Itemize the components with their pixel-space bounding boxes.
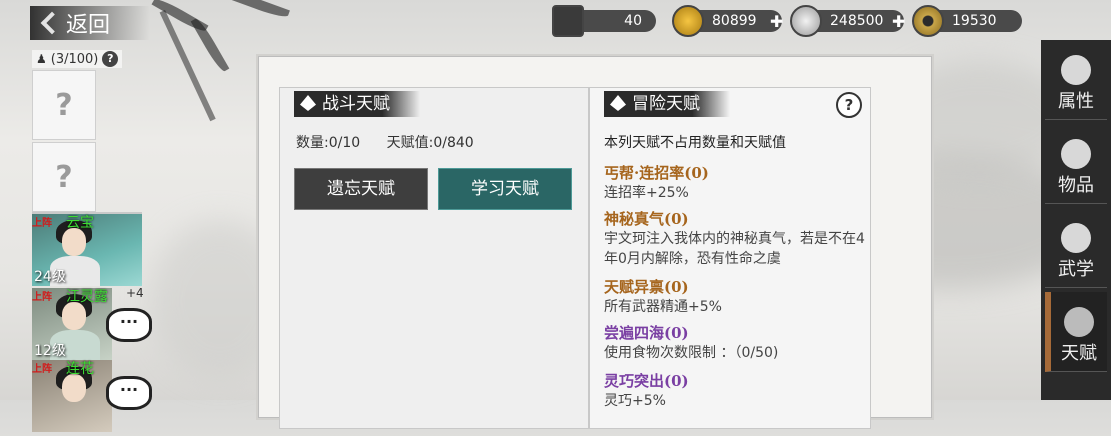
add-gold-button[interactable]: ✚ xyxy=(770,12,783,31)
talent-entry[interactable]: 天赋异禀(0) 所有武器精通+5% xyxy=(604,276,866,317)
talent-name: 神秘真气(0) xyxy=(604,210,689,228)
gold-ingot-icon xyxy=(672,5,704,37)
resource-cart: 40 xyxy=(552,5,656,37)
martial-book-icon xyxy=(1061,223,1091,253)
forget-talent-button[interactable]: 遗忘天赋 xyxy=(294,168,428,210)
member-level: 12级 xyxy=(34,343,66,359)
party-member[interactable]: 上阵 云宝 24级 xyxy=(32,212,142,290)
help-icon[interactable]: ? xyxy=(836,92,862,118)
talent-desc: 灵巧+5% xyxy=(604,393,666,409)
tab-martial-arts[interactable]: 武学 xyxy=(1045,208,1107,288)
talent-entry[interactable]: 尝遍四海(0) 使用食物次数限制 ：（0/50) xyxy=(604,322,866,363)
tab-attributes[interactable]: 属性 xyxy=(1045,40,1107,120)
resource-value: 80899 xyxy=(694,10,782,32)
resource-value: 19530 xyxy=(934,10,1022,32)
help-icon[interactable]: ? xyxy=(102,51,119,67)
talent-desc: 所有武器精通+5% xyxy=(604,299,722,315)
talent-icon xyxy=(1064,307,1094,337)
cart-icon xyxy=(552,5,584,37)
party-count-label: (3/100) xyxy=(50,51,99,67)
resource-gold: 80899 ✚ xyxy=(672,5,783,37)
deployed-tag: 上阵 xyxy=(32,364,52,375)
combat-stats: 数量:0/10 天赋值:0/840 xyxy=(296,132,496,152)
back-button[interactable]: 返回 xyxy=(30,6,151,40)
talent-name: 尝遍四海(0) xyxy=(604,324,689,342)
member-plus: +4 xyxy=(126,286,144,300)
talent-name: 丐帮·连招率(0) xyxy=(604,164,709,182)
learn-talent-button[interactable]: 学习天赋 xyxy=(438,168,572,210)
back-label: 返回 xyxy=(66,13,111,38)
party-member[interactable]: 上阵 连花 ··· xyxy=(32,360,152,436)
talent-entry[interactable]: 神秘真气(0) 宇文珂注入我体内的神秘真气，若是不在4年0月内解除，恐有性命之虞 xyxy=(604,208,866,269)
resource-coin: 19530 xyxy=(912,5,1022,37)
party-icon: ♟ xyxy=(36,52,47,66)
talent-value: 天赋值:0/840 xyxy=(386,135,474,151)
talent-name: 灵巧突出(0) xyxy=(604,372,689,390)
empty-party-slot[interactable]: ? xyxy=(32,142,96,212)
adventure-talent-column: 冒险天赋 ? 本列天赋不占用数量和天赋值 丐帮·连招率(0) 连招率+25% 神… xyxy=(589,87,871,429)
member-level: 24级 xyxy=(34,269,66,285)
talent-panel: 战斗天赋 数量:0/10 天赋值:0/840 遗忘天赋 学习天赋 冒险天赋 ? … xyxy=(258,56,932,429)
empty-party-slot[interactable]: ? xyxy=(32,70,96,140)
item-icon xyxy=(1061,139,1091,169)
talent-emblem-icon xyxy=(610,95,626,111)
combat-talent-column: 战斗天赋 数量:0/10 天赋值:0/840 遗忘天赋 学习天赋 xyxy=(279,87,589,429)
chat-icon[interactable]: ··· xyxy=(106,308,152,342)
chat-icon[interactable]: ··· xyxy=(106,376,152,410)
resource-value: 248500 xyxy=(812,10,904,32)
chevron-left-icon xyxy=(40,11,64,35)
side-tab-bar: 属性 物品 武学 天赋 xyxy=(1041,40,1111,400)
member-name: 连花 xyxy=(66,361,94,377)
member-name: 云宝 xyxy=(66,215,94,231)
adventure-note: 本列天赋不占用数量和天赋值 xyxy=(604,135,786,151)
member-name: 江灵露 xyxy=(66,289,108,305)
talent-entry[interactable]: 丐帮·连招率(0) 连招率+25% xyxy=(604,162,866,203)
talent-desc: 连招率+25% xyxy=(604,185,689,201)
silver-ingot-icon xyxy=(790,5,822,37)
resource-silver: 248500 ✚ xyxy=(790,5,905,37)
add-silver-button[interactable]: ✚ xyxy=(892,12,905,31)
tab-items[interactable]: 物品 xyxy=(1045,124,1107,204)
deployed-tag: 上阵 xyxy=(32,292,52,303)
tab-talents[interactable]: 天赋 xyxy=(1045,292,1107,372)
adventure-talent-heading: 冒险天赋 xyxy=(604,91,730,117)
attribute-icon xyxy=(1061,55,1091,85)
coin-icon xyxy=(912,5,944,37)
combat-talent-heading: 战斗天赋 xyxy=(294,91,420,117)
talent-desc: 宇文珂注入我体内的神秘真气，若是不在4年0月内解除，恐有性命之虞 xyxy=(604,231,865,267)
talent-name: 天赋异禀(0) xyxy=(604,278,689,296)
resource-value: 40 xyxy=(574,10,656,32)
talent-count: 数量:0/10 xyxy=(296,135,361,151)
party-count: ♟ (3/100) ? xyxy=(32,50,123,68)
talent-desc: 使用食物次数限制 ：（0/50) xyxy=(604,345,779,361)
talent-entry[interactable]: 灵巧突出(0) 灵巧+5% xyxy=(604,370,866,411)
talent-emblem-icon xyxy=(300,95,316,111)
party-member[interactable]: 上阵 江灵露 +4 12级 ··· xyxy=(32,286,152,364)
deployed-tag: 上阵 xyxy=(32,218,52,229)
